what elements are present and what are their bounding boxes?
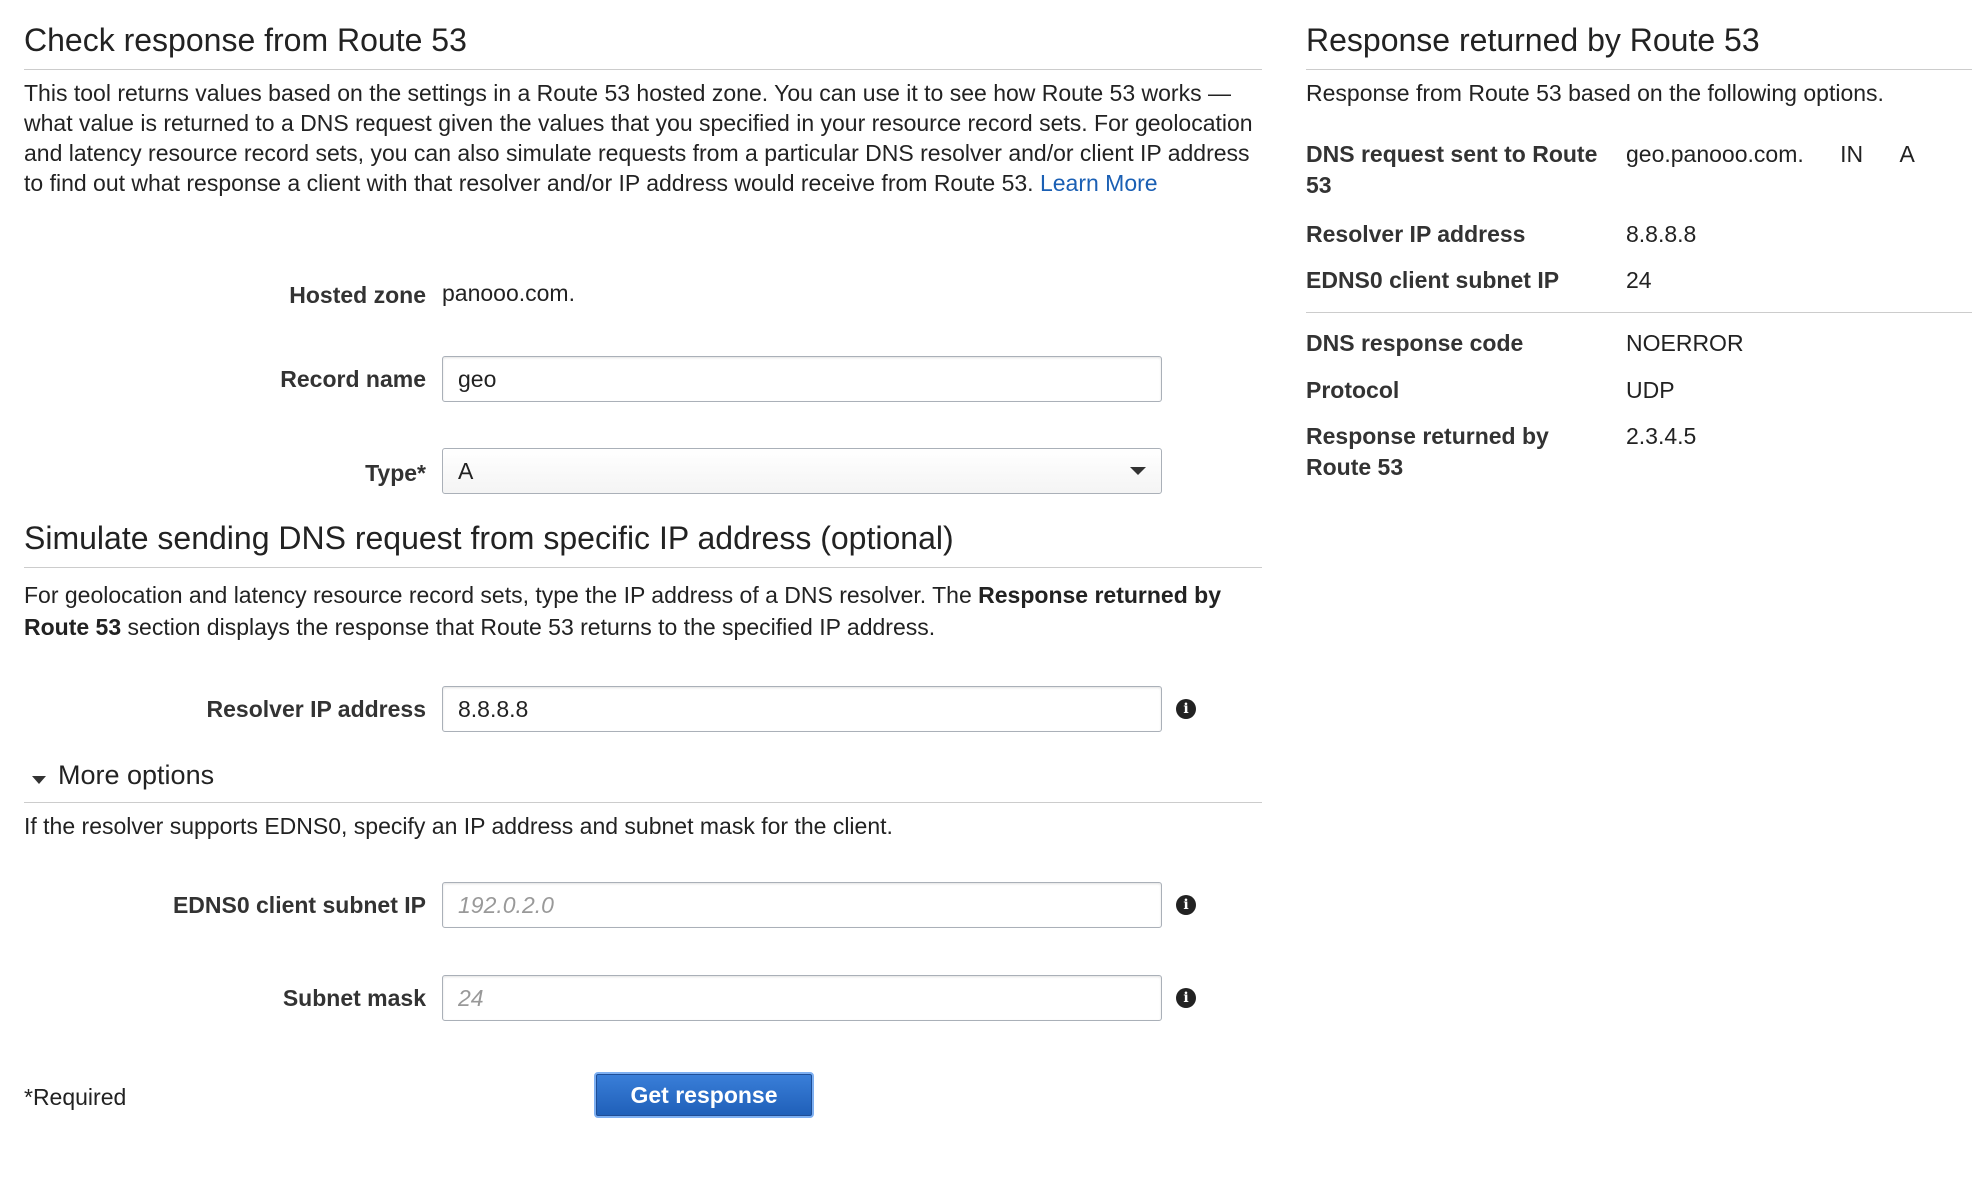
hosted-zone-row: Hosted zone panooo.com. xyxy=(24,280,1262,328)
type-row: Type* A xyxy=(24,448,1262,496)
record-name-input[interactable] xyxy=(442,356,1162,402)
dns-request-value: geo.panooo.com. IN A xyxy=(1626,139,1915,170)
edns-input[interactable] xyxy=(442,882,1162,928)
more-options-description: If the resolver supports EDNS0, specify … xyxy=(24,813,893,839)
simulate-title: Simulate sending DNS request from specif… xyxy=(24,520,1262,568)
resolver-ip-input[interactable] xyxy=(442,686,1162,732)
dns-request-type: A xyxy=(1899,141,1915,167)
edns-row: EDNS0 client subnet IP i xyxy=(24,882,1262,930)
info-icon[interactable]: i xyxy=(1176,895,1196,915)
more-options-toggle[interactable]: More options xyxy=(24,758,1262,803)
check-response-title: Check response from Route 53 xyxy=(24,22,1262,70)
resolver-ip-label: Resolver IP address xyxy=(206,696,426,722)
resolver-label: Resolver IP address xyxy=(1306,221,1526,247)
simulate-desc-part2: section displays the response that Route… xyxy=(121,614,936,640)
required-note: *Required xyxy=(24,1084,127,1110)
resolver-value: 8.8.8.8 xyxy=(1626,221,1697,247)
info-icon[interactable]: i xyxy=(1176,988,1196,1008)
resolver-ip-row: Resolver IP address i xyxy=(24,686,1262,734)
get-response-button[interactable]: Get response xyxy=(594,1072,814,1118)
learn-more-link[interactable]: Learn More xyxy=(1040,170,1158,196)
record-name-label: Record name xyxy=(280,366,426,392)
hosted-zone-value: panooo.com. xyxy=(442,280,575,306)
info-icon[interactable]: i xyxy=(1176,699,1196,719)
record-name-row: Record name xyxy=(24,356,1262,404)
simulate-desc-part1: For geolocation and latency resource rec… xyxy=(24,582,979,608)
dns-request-class: IN xyxy=(1840,141,1864,167)
edns-label: EDNS0 client subnet IP xyxy=(172,892,426,918)
more-options-label: More options xyxy=(58,760,215,790)
type-select-value: A xyxy=(442,448,1162,494)
response-code-value: NOERROR xyxy=(1626,330,1744,356)
returned-value: 2.3.4.5 xyxy=(1626,423,1697,449)
subnet-mask-row: Subnet mask i xyxy=(24,975,1262,1023)
simulate-description: For geolocation and latency resource rec… xyxy=(24,579,1262,643)
edns-subnet-value: 24 xyxy=(1626,267,1652,293)
response-divider xyxy=(1306,312,1972,313)
caret-down-icon xyxy=(32,776,46,784)
protocol-value: UDP xyxy=(1626,377,1675,403)
hosted-zone-label: Hosted zone xyxy=(289,282,426,308)
dns-request-label: DNS request sent to Route 53 xyxy=(1306,141,1598,198)
edns-subnet-label: EDNS0 client subnet IP xyxy=(1306,267,1560,293)
dns-request-name: geo.panooo.com. xyxy=(1626,141,1804,167)
subnet-mask-input[interactable] xyxy=(442,975,1162,1021)
response-title: Response returned by Route 53 xyxy=(1306,22,1972,70)
returned-label: Response returned by Route 53 xyxy=(1306,423,1549,480)
protocol-label: Protocol xyxy=(1306,377,1400,403)
check-response-description: This tool returns values based on the se… xyxy=(24,78,1262,198)
type-select[interactable]: A xyxy=(442,448,1162,494)
type-label: Type* xyxy=(365,460,426,486)
chevron-down-icon xyxy=(1130,467,1146,475)
response-subtitle: Response from Route 53 based on the foll… xyxy=(1306,80,1884,106)
response-code-label: DNS response code xyxy=(1306,330,1524,356)
subnet-mask-label: Subnet mask xyxy=(282,985,426,1011)
